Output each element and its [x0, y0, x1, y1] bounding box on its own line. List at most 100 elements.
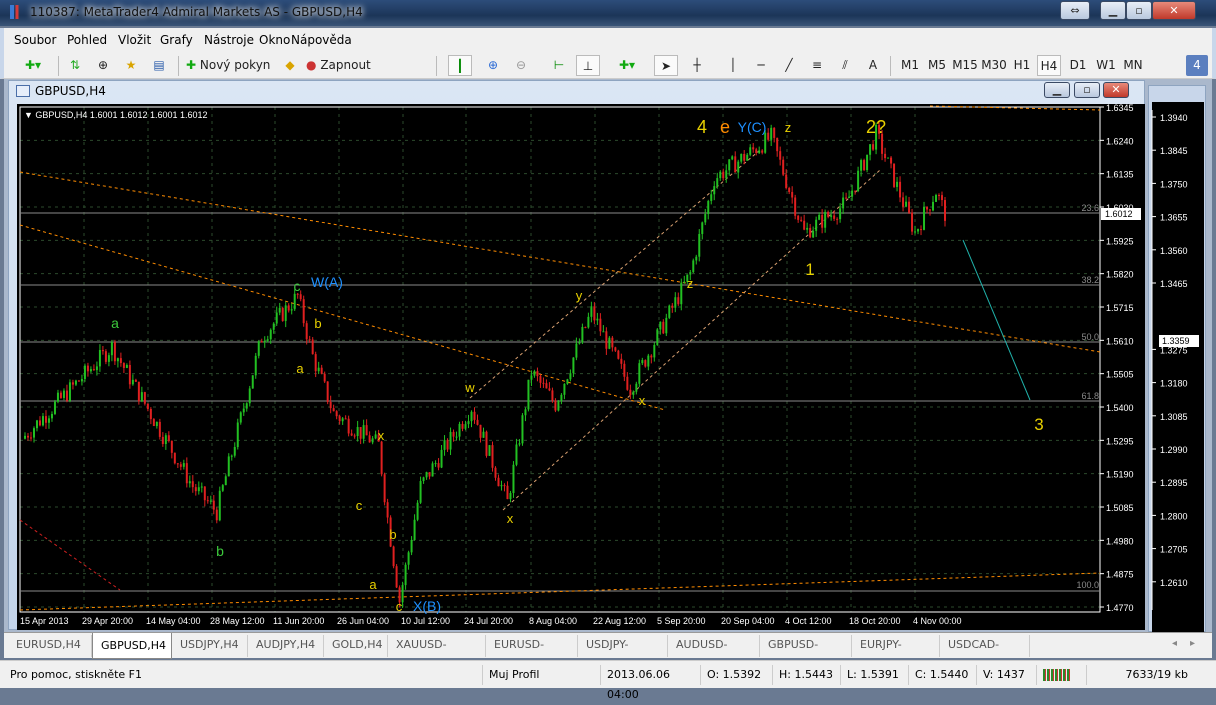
status-profile[interactable]: Muj Profil — [482, 665, 600, 685]
candle-body — [131, 379, 134, 385]
candle-body — [251, 375, 254, 389]
chart-maximize-button[interactable]: ▫ — [1074, 82, 1100, 98]
tab-gbpusd-pro-h1[interactable]: GBPUSD-Pro,H1 — [760, 635, 852, 671]
wave-label: b — [389, 527, 396, 542]
status-open: O: 1.5392 — [700, 665, 772, 685]
fibonacci-icon[interactable]: ≡ — [806, 55, 828, 76]
candle-body — [938, 195, 941, 197]
tab-scroll-right-icon[interactable]: ▸ — [1190, 638, 1195, 649]
price-tick-label: 1.5190 — [1106, 470, 1134, 480]
status-datetime: 2013.06.06 04:00 — [600, 665, 700, 701]
candle-body — [407, 552, 410, 565]
new-order-button[interactable]: ✚ Nový pokyn — [186, 55, 276, 76]
candle-body — [242, 408, 245, 413]
chart-minimize-button[interactable]: ▁ — [1044, 82, 1070, 98]
menu-soubor[interactable]: Soubor — [14, 33, 56, 47]
date-tick-label: 8 Aug 04:00 — [529, 616, 577, 626]
menu-napoveda[interactable]: Nápověda — [291, 33, 352, 47]
tab-usdjpy-pro-h1[interactable]: USDJPY-Pro,H1 — [578, 635, 668, 671]
tab-xauusd-pro-h1[interactable]: XAUUSD-Pro,H1 — [388, 635, 486, 671]
tab-eurusd-h4[interactable]: EURUSD,H4 — [8, 635, 92, 657]
candle-body — [392, 546, 395, 567]
timeframe-d1[interactable]: D1 — [1066, 55, 1090, 76]
tab-scroll-left-icon[interactable]: ◂ — [1172, 638, 1177, 649]
candle-body — [386, 502, 389, 518]
app-logo-icon — [10, 5, 22, 19]
candle-body — [599, 318, 602, 332]
menu-pohled[interactable]: Pohled — [67, 33, 107, 47]
tab-eurjpy-pro-h1[interactable]: EURJPY-Pro,H1 — [852, 635, 940, 671]
new-chart-button[interactable]: ✚▾ — [18, 55, 48, 76]
tab-eurusd-pro-h1[interactable]: EURUSD-Pro,H1 — [486, 635, 578, 671]
timeframe-h1[interactable]: H1 — [1010, 55, 1034, 76]
terminal-icon[interactable]: ▤ — [148, 55, 170, 76]
date-tick-label: 18 Oct 20:00 — [849, 616, 901, 626]
candle-body — [935, 195, 938, 202]
tab-audusd-pro-h1[interactable]: AUDUSD-Pro,H1 — [668, 635, 760, 671]
chart-close-button[interactable]: ✕ — [1103, 82, 1129, 98]
tab-audjpy-h4[interactable]: AUDJPY,H4 — [248, 635, 324, 657]
market-watch-icon[interactable]: ⇅ — [64, 55, 86, 76]
timeframe-m30[interactable]: M30 — [980, 55, 1008, 76]
timeframe-m15[interactable]: M15 — [951, 55, 979, 76]
menu-grafy[interactable]: Grafy — [160, 33, 193, 47]
minimize-button[interactable]: ▁ — [1100, 1, 1126, 20]
wave-label: c — [294, 278, 301, 294]
restore-size-button[interactable]: ⇔ — [1060, 1, 1090, 20]
strategy-button[interactable]: ● Zapnout strategie — [306, 55, 428, 93]
second-price-tick-label: 1.3180 — [1160, 379, 1188, 389]
title-bar: 110387: MetaTrader4 Admiral Markets AS -… — [0, 0, 1216, 26]
tab-gbpusd-h4[interactable]: GBPUSD,H4 — [92, 633, 172, 659]
price-tick-label: 1.5925 — [1106, 236, 1134, 246]
wave-label: a — [369, 577, 377, 592]
menu-okno[interactable]: Okno — [259, 33, 290, 47]
zoom-out-icon[interactable]: ⊖ — [510, 55, 532, 76]
candle-body — [698, 233, 701, 257]
wave-label: X(B) — [413, 598, 441, 614]
close-button[interactable]: ✕ — [1152, 1, 1196, 20]
candle-body — [53, 401, 56, 414]
candle-body — [50, 413, 53, 419]
status-traffic: 7633/19 kb — [1086, 665, 1196, 685]
candle-body — [452, 431, 455, 437]
alert-icon[interactable]: ◆ — [280, 55, 300, 76]
candle-body — [152, 419, 155, 427]
chart-window-icon — [16, 85, 30, 97]
menu-vlozit[interactable]: Vložit — [118, 33, 151, 47]
zoom-in-icon[interactable]: ⊕ — [482, 55, 504, 76]
candle-body — [839, 208, 842, 220]
tab-usdjpy-h4[interactable]: USDJPY,H4 — [172, 635, 248, 657]
candle-body — [299, 294, 302, 300]
chart-shift-icon[interactable]: ⊢ — [548, 55, 570, 76]
vertical-line-icon[interactable]: │ — [722, 55, 744, 76]
indicators-button[interactable]: ✚▾ — [612, 55, 642, 76]
timeframe-m1[interactable]: M1 — [898, 55, 922, 76]
autoscroll-icon[interactable]: ⊥ — [576, 55, 600, 76]
candle-chart-button[interactable]: ┃ — [448, 55, 472, 76]
crosshair-tool-icon[interactable]: ┼ — [686, 55, 708, 76]
fibo-level-100-0: 100.0 — [1076, 580, 1099, 590]
candle-body — [551, 390, 554, 401]
tab-usdcad-pro-h1[interactable]: USDCAD-Pro,H1 — [940, 635, 1030, 671]
wave-label: y — [576, 288, 583, 303]
text-tool-button[interactable]: A — [862, 55, 884, 76]
candle-body — [170, 440, 173, 453]
maximize-button[interactable]: ▫ — [1126, 1, 1152, 20]
candle-body — [218, 490, 221, 521]
timeframe-mn[interactable]: MN — [1121, 55, 1145, 76]
timeframe-w1[interactable]: W1 — [1094, 55, 1118, 76]
candle-body — [644, 360, 647, 367]
channel-icon[interactable]: ⫽ — [834, 55, 856, 76]
favorites-folder-icon[interactable]: ★ — [120, 55, 142, 76]
crosshair-navigator-icon[interactable]: ⊕ — [92, 55, 114, 76]
price-chart[interactable]: 23.6 38.2 50.0 61.8 100.0 a b c W(A) b a… — [17, 104, 1145, 630]
notifications-button[interactable]: 4 — [1186, 55, 1208, 76]
menu-nastroje[interactable]: Nástroje — [204, 33, 254, 47]
trendline-icon[interactable]: ╱ — [778, 55, 800, 76]
timeframe-h4[interactable]: H4 — [1037, 55, 1061, 76]
horizontal-line-icon[interactable]: ─ — [750, 55, 772, 76]
cursor-tool-icon[interactable]: ➤ — [654, 55, 678, 76]
wave-label: e — [720, 117, 730, 137]
tab-gold-h4[interactable]: GOLD,H4 — [324, 635, 388, 657]
timeframe-m5[interactable]: M5 — [925, 55, 949, 76]
